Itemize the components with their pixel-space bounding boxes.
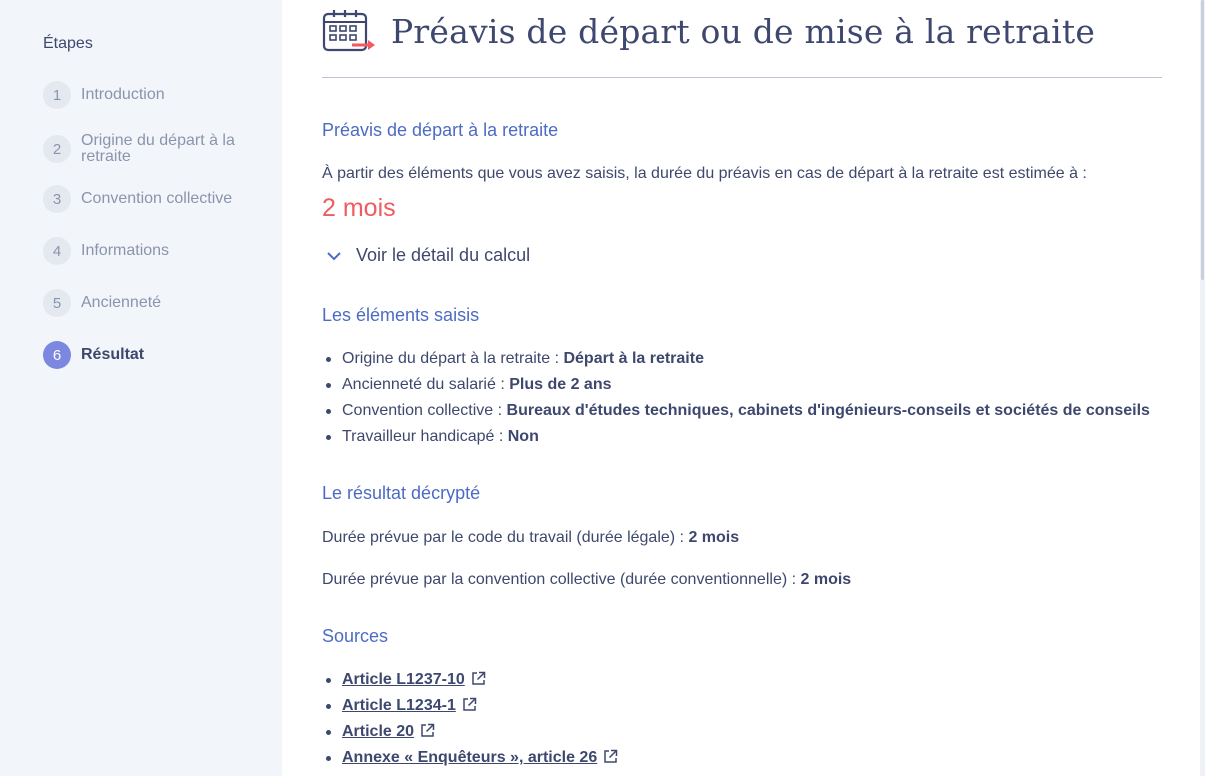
step-number: 5 xyxy=(43,289,71,317)
step-number: 3 xyxy=(43,185,71,213)
external-link-icon xyxy=(471,671,485,685)
title-divider xyxy=(322,77,1162,78)
result-value: 2 mois xyxy=(322,194,396,222)
step-number: 2 xyxy=(43,135,71,163)
page-title: Préavis de départ ou de mise à la retrai… xyxy=(391,11,1096,51)
step-label: Origine du départ à la retraite xyxy=(81,132,235,165)
chevron-down-icon xyxy=(327,251,341,260)
list-item: Article L1237-10 xyxy=(325,667,618,693)
sources-list: Article L1237-10 Article L1234-1 Article… xyxy=(325,667,618,771)
external-link-icon xyxy=(463,697,477,711)
decrypt-heading: Le résultat décrypté xyxy=(322,483,481,503)
step-number: 6 xyxy=(43,341,71,369)
external-link-icon xyxy=(604,749,618,763)
list-item: Article 20 xyxy=(325,719,618,745)
source-link[interactable]: Annexe « Enquêteurs », article 26 xyxy=(342,749,597,766)
main-content: Préavis de départ ou de mise à la retrai… xyxy=(282,0,1200,776)
page-header: Préavis de départ ou de mise à la retrai… xyxy=(322,8,1095,54)
step-label: Ancienneté xyxy=(81,294,162,311)
list-item: Article L1234-1 xyxy=(325,693,618,719)
result-intro: À partir des éléments que vous avez sais… xyxy=(322,165,1087,182)
sources-heading: Sources xyxy=(322,626,389,646)
toggle-label: Voir le détail du calcul xyxy=(356,245,531,265)
source-link[interactable]: Article L1237-10 xyxy=(342,671,465,688)
step-label: Introduction xyxy=(81,86,165,103)
elements-list: Origine du départ à la retraite : Départ… xyxy=(326,346,1150,450)
step-anciennete[interactable]: 5 Ancienneté xyxy=(43,289,263,317)
list-item: Convention collective : Bureaux d'études… xyxy=(326,398,1150,424)
list-item: Ancienneté du salarié : Plus de 2 ans xyxy=(326,372,1150,398)
step-resultat[interactable]: 6 Résultat xyxy=(43,341,263,369)
step-label: Résultat xyxy=(81,346,145,363)
step-label: Convention collective xyxy=(81,190,233,207)
legal-duration: Durée prévue par le code du travail (dur… xyxy=(322,529,740,546)
list-item: Origine du départ à la retraite : Départ… xyxy=(326,346,1150,372)
step-informations[interactable]: 4 Informations xyxy=(43,237,263,265)
scrollbar-thumb[interactable] xyxy=(1201,0,1204,280)
calendar-arrow-icon xyxy=(322,10,375,52)
result-heading: Préavis de départ à la retraite xyxy=(322,120,559,140)
step-number: 1 xyxy=(43,81,71,109)
steps-sidebar: Étapes 1 Introduction 2 Origine du dépar… xyxy=(0,0,282,776)
sidebar-title: Étapes xyxy=(43,35,93,52)
step-introduction[interactable]: 1 Introduction xyxy=(43,81,263,109)
step-origine-depart[interactable]: 2 Origine du départ à la retraite xyxy=(43,133,263,165)
list-item: Annexe « Enquêteurs », article 26 xyxy=(325,745,618,771)
step-number: 4 xyxy=(43,237,71,265)
list-item: Travailleur handicapé : Non xyxy=(326,424,1150,450)
conventional-duration: Durée prévue par la convention collectiv… xyxy=(322,571,852,588)
source-link[interactable]: Article L1234-1 xyxy=(342,697,456,714)
calculation-detail-toggle[interactable]: Voir le détail du calcul xyxy=(326,245,530,266)
step-label: Informations xyxy=(81,242,170,259)
elements-heading: Les éléments saisis xyxy=(322,305,480,325)
external-link-icon xyxy=(421,723,435,737)
source-link[interactable]: Article 20 xyxy=(342,723,414,740)
step-convention-collective[interactable]: 3 Convention collective xyxy=(43,185,263,213)
